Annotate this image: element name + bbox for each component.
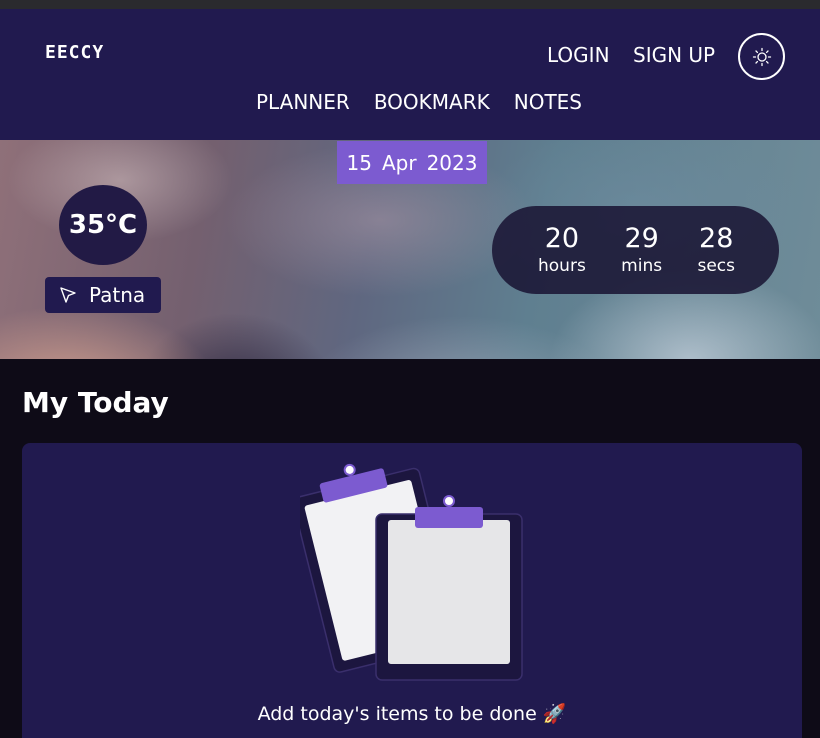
secs-label: secs xyxy=(697,256,735,276)
theme-toggle-button[interactable] xyxy=(738,33,785,80)
rocket-icon: 🚀 xyxy=(542,703,567,725)
sun-icon xyxy=(752,47,771,66)
clipboard-icon xyxy=(300,463,523,681)
countdown-timer: 20 hours 29 mins 28 secs xyxy=(492,206,779,294)
nav-notes[interactable]: NOTES xyxy=(514,90,582,114)
mins-label: mins xyxy=(621,256,663,276)
location-button[interactable]: Patna xyxy=(45,277,161,313)
temperature-value: 35°C xyxy=(68,210,138,240)
nav-bookmark[interactable]: BOOKMARK xyxy=(374,90,490,114)
mins-value: 29 xyxy=(624,223,659,254)
countdown-secs: 28 secs xyxy=(697,225,735,275)
temperature-display: 35°C xyxy=(59,185,147,265)
date-badge: 15 Apr 2023 xyxy=(337,141,487,184)
countdown-mins: 29 mins xyxy=(621,225,662,275)
signup-link[interactable]: SIGN UP xyxy=(633,43,715,67)
empty-state-text: Add today's items to be done xyxy=(257,703,537,725)
date-month: Apr xyxy=(381,150,417,175)
secs-value: 28 xyxy=(699,223,734,254)
main-nav: PLANNER BOOKMARK NOTES xyxy=(256,90,582,114)
nav-planner[interactable]: PLANNER xyxy=(256,90,350,114)
location-label: Patna xyxy=(89,283,146,307)
login-link[interactable]: LOGIN xyxy=(547,43,610,67)
date-year: 2023 xyxy=(426,150,478,175)
cursor-arrow-icon xyxy=(60,287,76,303)
my-today-title: My Today xyxy=(22,386,169,419)
countdown-hours: 20 hours xyxy=(538,225,586,275)
navbar: EECCY LOGIN SIGN UP PLANNER BOOKMARK NOT… xyxy=(0,9,820,140)
window-top-strip xyxy=(0,0,820,9)
hours-value: 20 xyxy=(544,223,580,254)
app-logo[interactable]: EECCY xyxy=(45,42,104,63)
date-day: 15 xyxy=(346,150,372,175)
empty-state-message: Add today's items to be done 🚀 xyxy=(22,702,802,725)
hours-label: hours xyxy=(538,256,586,276)
